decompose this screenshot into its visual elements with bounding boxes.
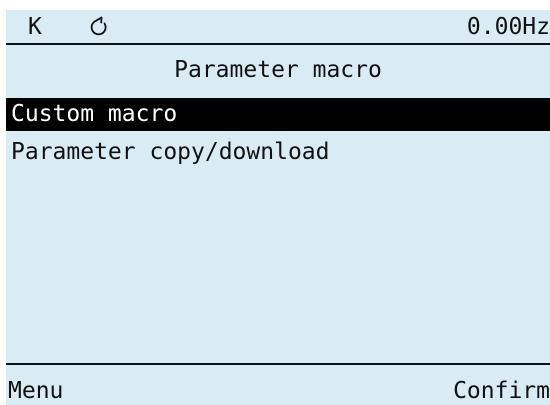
output-frequency-readout: 0.00Hz [466,14,550,40]
control-mode-indicator: K [28,14,42,40]
menu-soft-key[interactable]: Menu [8,377,63,405]
menu-item-custom-macro[interactable]: Custom macro [6,98,550,131]
keypad-display: K 0.00Hz Parameter macro Custom macro Pa… [6,10,550,405]
page-title: Parameter macro [174,57,382,83]
rotate-clockwise-icon [90,16,107,36]
status-bar: K 0.00Hz [6,10,550,45]
menu-list: Custom macro Parameter copy/download [6,98,550,174]
confirm-soft-key[interactable]: Confirm [453,377,550,405]
menu-item-parameter-copy-download[interactable]: Parameter copy/download [6,136,550,169]
soft-key-bar: Menu Confirm [6,363,550,405]
